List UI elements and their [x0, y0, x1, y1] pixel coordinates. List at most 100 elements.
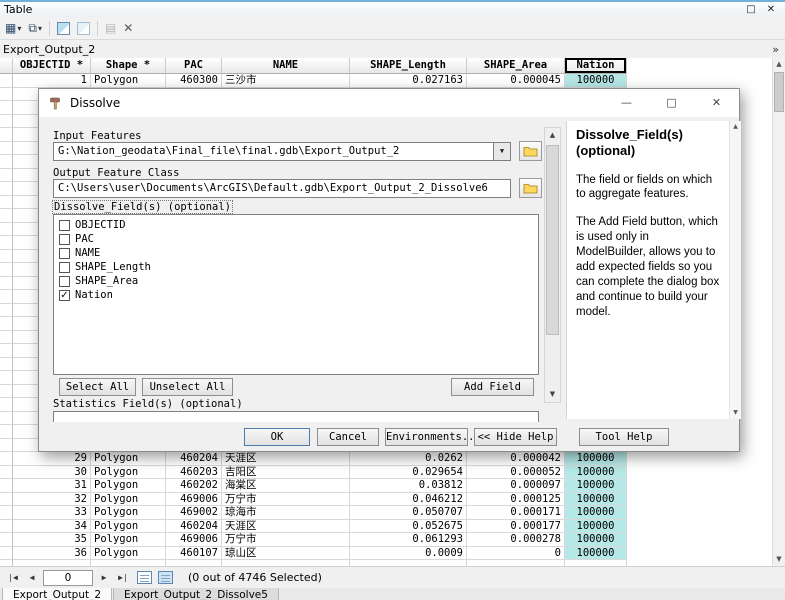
- column-header-name[interactable]: NAME: [222, 58, 350, 74]
- bottom-tab[interactable]: Export_Output_2: [2, 588, 112, 600]
- dialog-minimize-button[interactable]: —: [604, 89, 649, 117]
- scrollbar-thumb[interactable]: [546, 145, 559, 335]
- row-selector[interactable]: [0, 331, 13, 345]
- scroll-down-icon[interactable]: ▼: [545, 387, 560, 402]
- table-options-button[interactable]: ▦ ▾: [3, 19, 23, 37]
- dissolve-field-option[interactable]: SHAPE_Area: [54, 274, 538, 288]
- related-tables-button[interactable]: ⧉ ▾: [26, 19, 44, 37]
- select-all-button[interactable]: Select All: [59, 378, 136, 396]
- table-row[interactable]: 32Polygon469006万宁市0.0462120.000125100000: [0, 493, 772, 507]
- row-selector[interactable]: [0, 425, 13, 439]
- scroll-up-icon[interactable]: ▲: [545, 128, 560, 143]
- unselect-all-button[interactable]: Unselect All: [142, 378, 233, 396]
- row-selector[interactable]: [0, 520, 13, 534]
- cancel-button[interactable]: Cancel: [317, 428, 379, 446]
- table-row[interactable]: 1Polygon460300三沙市0.0271630.000045100000: [0, 74, 772, 88]
- output-feature-class-input[interactable]: C:\Users\user\Documents\ArcGIS\Default.g…: [53, 179, 511, 198]
- table-row[interactable]: 31Polygon460202海棠区0.038120.000097100000: [0, 479, 772, 493]
- dissolve-field-option[interactable]: OBJECTID: [54, 218, 538, 232]
- checkbox-unchecked-icon[interactable]: [59, 234, 70, 245]
- dissolve-field-option[interactable]: SHAPE_Length: [54, 260, 538, 274]
- row-selector[interactable]: [0, 317, 13, 331]
- row-selector[interactable]: [0, 169, 13, 183]
- column-header-nation[interactable]: Nation: [565, 58, 627, 74]
- restore-button[interactable]: □: [741, 4, 761, 15]
- row-selector[interactable]: [0, 290, 13, 304]
- input-features-combobox[interactable]: G:\Nation_geodata\Final_file\final.gdb\E…: [53, 142, 511, 161]
- column-header-shape-area[interactable]: SHAPE_Area: [467, 58, 565, 74]
- row-selector[interactable]: [0, 493, 13, 507]
- zoom-to-selected-button[interactable]: ▤: [103, 19, 118, 37]
- next-record-button[interactable]: ▶: [96, 570, 112, 586]
- dissolve-field-option[interactable]: PAC: [54, 232, 538, 246]
- table-row[interactable]: 30Polygon460203吉阳区0.0296540.000052100000: [0, 466, 772, 480]
- combo-dropdown-icon[interactable]: ▼: [493, 143, 510, 160]
- first-record-button[interactable]: |◀: [5, 570, 21, 586]
- dialog-close-button[interactable]: ✕: [694, 89, 739, 117]
- bottom-tab[interactable]: Export_Output_2_Dissolve5: [113, 588, 279, 600]
- row-selector[interactable]: [0, 223, 13, 237]
- dialog-maximize-button[interactable]: □: [649, 89, 694, 117]
- table-row[interactable]: 33Polygon469002琼海市0.0507070.000171100000: [0, 506, 772, 520]
- hide-help-button[interactable]: << Hide Help: [474, 428, 557, 446]
- row-selector[interactable]: [0, 466, 13, 480]
- row-selector[interactable]: [0, 398, 13, 412]
- table-vertical-scrollbar[interactable]: ▲ ▼: [772, 58, 785, 566]
- checkbox-checked-icon[interactable]: ✓: [59, 290, 70, 301]
- dissolve-fields-list[interactable]: OBJECTIDPACNAMESHAPE_LengthSHAPE_Area✓Na…: [53, 214, 539, 375]
- overflow-chevron-icon[interactable]: »: [772, 43, 782, 56]
- column-header-pac[interactable]: PAC: [166, 58, 222, 74]
- row-selector[interactable]: [0, 115, 13, 129]
- delete-selected-button[interactable]: ✕: [121, 19, 135, 37]
- row-selector[interactable]: [0, 506, 13, 520]
- row-selector[interactable]: [0, 236, 13, 250]
- row-selector[interactable]: [0, 155, 13, 169]
- table-row[interactable]: 29Polygon460204天涯区0.02620.000042100000: [0, 452, 772, 466]
- dissolve-field-option[interactable]: ✓Nation: [54, 288, 538, 302]
- scrollbar-thumb[interactable]: [774, 72, 784, 112]
- row-selector[interactable]: [0, 344, 13, 358]
- row-selector[interactable]: [0, 209, 13, 223]
- row-selector[interactable]: [0, 358, 13, 372]
- ok-button[interactable]: OK: [244, 428, 310, 446]
- scroll-up-icon[interactable]: ▲: [773, 58, 785, 71]
- parameters-scrollbar[interactable]: ▲ ▼: [544, 127, 561, 403]
- table-row[interactable]: 35Polygon469006万宁市0.0612930.000278100000: [0, 533, 772, 547]
- row-selector[interactable]: [0, 304, 13, 318]
- row-selector[interactable]: [0, 533, 13, 547]
- show-all-records-icon[interactable]: [137, 571, 152, 584]
- clear-selection-button[interactable]: [75, 19, 92, 37]
- row-selector[interactable]: [0, 452, 13, 466]
- close-button[interactable]: ✕: [761, 4, 781, 15]
- row-selector[interactable]: [0, 439, 13, 453]
- row-selector[interactable]: [0, 547, 13, 561]
- column-header-objectid[interactable]: OBJECTID *: [13, 58, 91, 74]
- checkbox-unchecked-icon[interactable]: [59, 248, 70, 259]
- input-browse-button[interactable]: [519, 141, 542, 161]
- row-selector[interactable]: [0, 101, 13, 115]
- previous-record-button[interactable]: ◀: [24, 570, 40, 586]
- scroll-down-icon[interactable]: ▼: [730, 407, 741, 419]
- checkbox-unchecked-icon[interactable]: [59, 276, 70, 287]
- scroll-down-icon[interactable]: ▼: [773, 553, 785, 566]
- row-selector[interactable]: [0, 479, 13, 493]
- row-selector[interactable]: [0, 182, 13, 196]
- table-row[interactable]: 36Polygon460107琼山区0.00090100000: [0, 547, 772, 561]
- row-selector[interactable]: [0, 88, 13, 102]
- column-header-shape-length[interactable]: SHAPE_Length: [350, 58, 467, 74]
- row-selector[interactable]: [0, 277, 13, 291]
- row-selector[interactable]: [0, 371, 13, 385]
- statistics-fields-list[interactable]: [53, 411, 539, 422]
- add-field-button[interactable]: Add Field: [451, 378, 534, 396]
- last-record-button[interactable]: ▶|: [115, 570, 131, 586]
- help-scrollbar[interactable]: ▲ ▼: [729, 121, 741, 419]
- row-selector[interactable]: [0, 385, 13, 399]
- row-selector[interactable]: [0, 196, 13, 210]
- checkbox-unchecked-icon[interactable]: [59, 262, 70, 273]
- checkbox-unchecked-icon[interactable]: [59, 220, 70, 231]
- current-record-input[interactable]: 0: [43, 570, 93, 586]
- row-selector[interactable]: [0, 128, 13, 142]
- environments-button[interactable]: Environments...: [385, 428, 468, 446]
- row-selector[interactable]: [0, 74, 13, 88]
- tool-help-button[interactable]: Tool Help: [579, 428, 669, 446]
